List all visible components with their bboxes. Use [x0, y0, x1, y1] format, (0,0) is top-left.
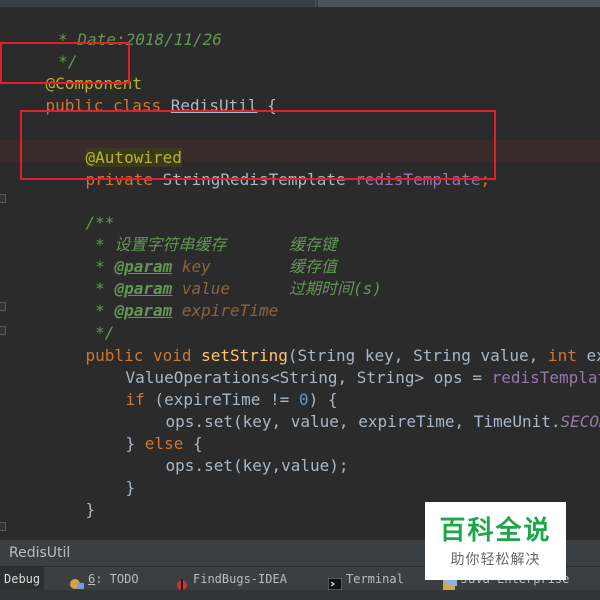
debug-tab[interactable]: Debug — [0, 567, 45, 591]
brace: } — [85, 500, 96, 519]
fold-marker[interactable] — [0, 522, 6, 531]
code-line-doc-desc: * 设置字符串缓存 — [47, 212, 226, 254]
code-editor[interactable]: * Date:2018/11/26 */ @Component public c… — [0, 7, 600, 540]
param-desc: 缓存键 — [289, 235, 338, 254]
terminal-tab[interactable]: Terminal — [327, 567, 404, 591]
code-line-else: } else { — [87, 411, 203, 453]
fold-marker[interactable] — [0, 194, 6, 203]
watermark-logo: 百科全说 助你轻松解决 — [425, 502, 566, 580]
param-tag: @param — [114, 301, 173, 320]
terminal-label: Terminal — [346, 572, 404, 586]
todo-tab[interactable]: 6: TODO — [70, 567, 139, 591]
code-line-set-expire: ops.set(key, value, expireTime, TimeUnit… — [127, 389, 600, 431]
code-line-doc2-open: /** — [47, 520, 114, 540]
code-line-ops: ValueOperations<String, String> ops = re… — [87, 345, 600, 387]
watermark-title: 百科全说 — [439, 516, 552, 546]
todo-icon — [70, 574, 84, 589]
field-reference[interactable]: redisTemplate — [492, 368, 600, 387]
brace: } — [125, 478, 136, 497]
param-desc: 过期时间(s) — [289, 279, 382, 298]
todo-label: : TODO — [95, 572, 139, 586]
code-line-param-expire: * @param expireTime — [47, 278, 278, 320]
highlight-box-autowired — [20, 110, 496, 180]
param-name: expireTime — [181, 301, 279, 320]
code-line-method-decl: public void setString(String key, String… — [47, 323, 600, 365]
debug-tab-label: Debug — [4, 572, 41, 586]
code-line-date: * Date:2018/11/26 — [10, 7, 222, 49]
editor-tab[interactable] — [318, 0, 600, 7]
code-line-set: ops.set(key,value); — [127, 433, 349, 475]
breadcrumb-class[interactable]: RedisUtil — [0, 545, 70, 561]
enum-constant: SECONDS — [560, 412, 600, 431]
code-line-doc-open: /** — [47, 190, 115, 232]
code-line-close-inner: } — [87, 455, 136, 497]
set-call: ops.set(key, value, expireTime, TimeUnit… — [165, 412, 561, 431]
highlight-box-component — [0, 42, 130, 84]
fold-marker[interactable] — [0, 326, 6, 335]
watermark-subtitle: 助你轻松解决 — [450, 552, 541, 568]
bug-icon — [175, 574, 189, 590]
fold-marker[interactable] — [0, 302, 6, 311]
findbugs-label: FindBugs-IDEA — [193, 572, 287, 586]
editor-tab-strip[interactable] — [0, 0, 600, 7]
editor-tab[interactable] — [70, 0, 316, 7]
code-line-if: if (expireTime != 0) { — [87, 367, 338, 409]
code-line-param-value: * @param value — [47, 256, 230, 298]
set-call: ops.set(key,value); — [165, 456, 349, 475]
event-log-strip — [0, 590, 600, 600]
findbugs-tab[interactable]: FindBugs-IDEA — [175, 567, 287, 591]
code-line-param-key: * @param key — [47, 234, 211, 276]
code-line-close-method: } — [47, 477, 96, 519]
code-line-doc-close: */ — [47, 300, 114, 342]
terminal-icon — [327, 574, 343, 590]
param-desc: 缓存值 — [289, 257, 338, 276]
